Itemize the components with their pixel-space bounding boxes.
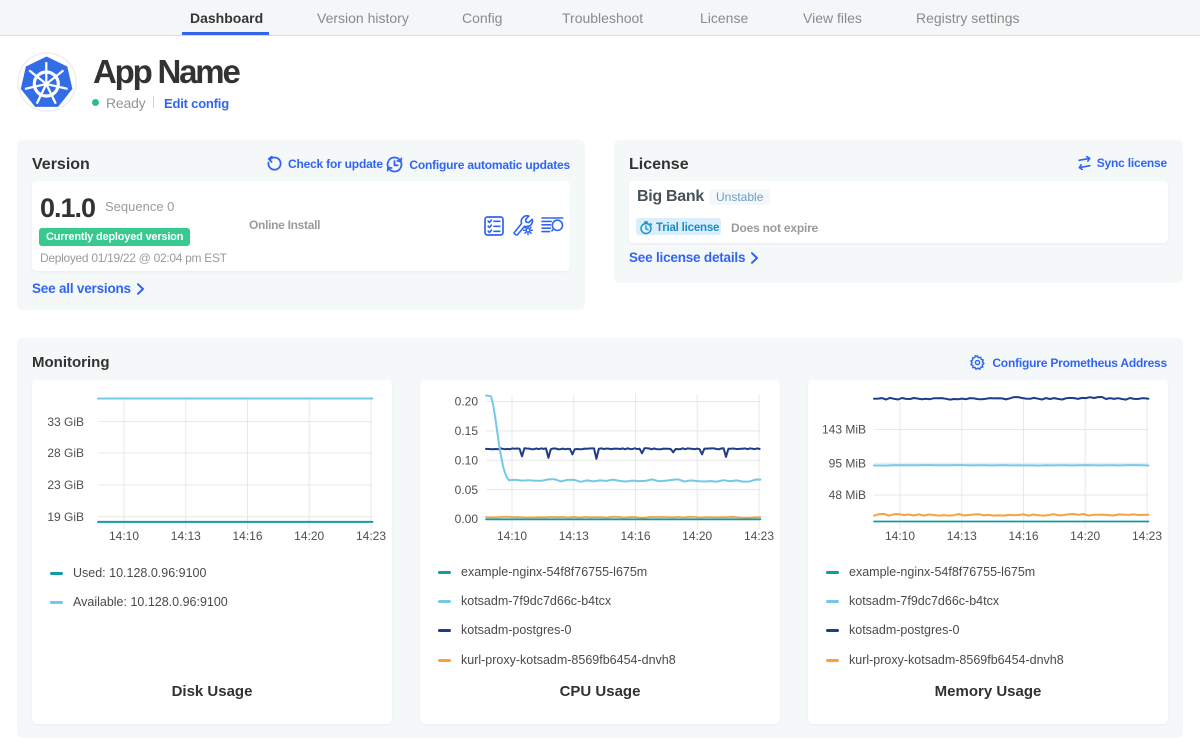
- svg-text:14:20: 14:20: [294, 529, 324, 543]
- svg-text:23 GiB: 23 GiB: [47, 478, 84, 492]
- svg-text:33 GiB: 33 GiB: [47, 415, 84, 429]
- svg-text:28 GiB: 28 GiB: [47, 446, 84, 460]
- svg-text:19 GiB: 19 GiB: [47, 510, 84, 524]
- svg-text:0.05: 0.05: [455, 483, 479, 497]
- svg-text:14:13: 14:13: [947, 529, 977, 543]
- svg-text:14:16: 14:16: [232, 529, 262, 543]
- svg-text:48 MiB: 48 MiB: [829, 488, 866, 502]
- svg-text:14:23: 14:23: [744, 529, 774, 543]
- svg-text:14:23: 14:23: [1132, 529, 1162, 543]
- svg-text:0.20: 0.20: [455, 395, 479, 409]
- svg-text:14:20: 14:20: [682, 529, 712, 543]
- svg-text:0.10: 0.10: [455, 454, 479, 468]
- svg-text:14:16: 14:16: [620, 529, 650, 543]
- svg-text:14:13: 14:13: [559, 529, 589, 543]
- svg-text:143 MiB: 143 MiB: [822, 423, 866, 437]
- svg-text:14:20: 14:20: [1070, 529, 1100, 543]
- svg-text:0.00: 0.00: [455, 512, 479, 526]
- svg-text:14:16: 14:16: [1008, 529, 1038, 543]
- svg-text:14:23: 14:23: [356, 529, 386, 543]
- svg-text:14:10: 14:10: [109, 529, 139, 543]
- svg-text:14:13: 14:13: [171, 529, 201, 543]
- svg-text:95 MiB: 95 MiB: [829, 457, 866, 471]
- svg-text:14:10: 14:10: [885, 529, 915, 543]
- svg-text:14:10: 14:10: [497, 529, 527, 543]
- svg-text:0.15: 0.15: [455, 424, 479, 438]
